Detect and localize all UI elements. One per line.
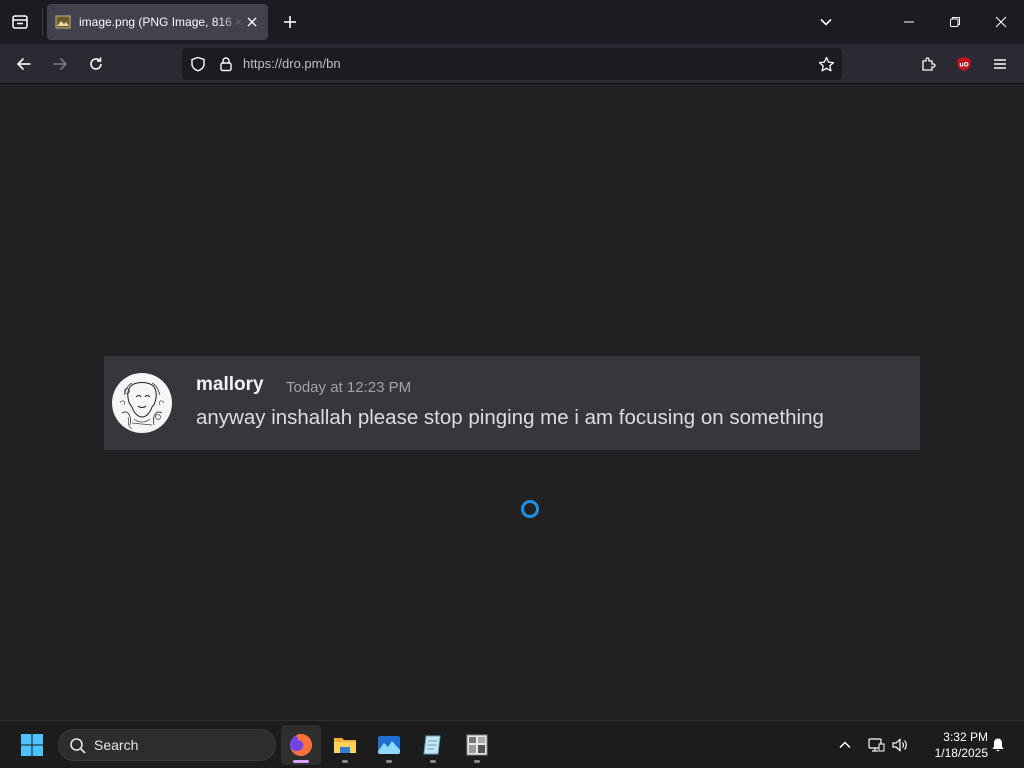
taskbar-app-notepad[interactable] [413,725,453,765]
tab-image-png[interactable]: image.png (PNG Image, 816 × 94 pixels) [47,4,268,40]
minimize-button[interactable] [886,0,932,44]
bookmark-star-button[interactable] [816,54,836,74]
tab-bar: image.png (PNG Image, 816 × 94 pixels) [0,0,1024,44]
star-icon [818,56,834,71]
shield-icon [191,56,205,72]
tracking-protection-button[interactable] [188,54,208,74]
new-tab-button[interactable] [276,8,304,36]
start-button[interactable] [16,729,48,761]
clock-time: 3:32 PM [943,730,988,744]
minimize-icon [904,21,914,23]
chevron-up-icon [839,741,851,749]
running-app-indicator [430,760,436,763]
ublock-origin-button[interactable]: uO [949,49,979,79]
chevron-down-icon [820,18,832,26]
clock-date: 1/18/2025 [934,746,988,760]
message-text: anyway inshallah please stop pinging me … [196,406,824,429]
arrow-left-icon [16,57,31,71]
volume-button[interactable] [888,733,912,757]
extensions-button[interactable] [913,49,943,79]
notepad-icon [423,735,441,755]
message-timestamp: Today at 12:23 PM [286,379,412,396]
search-placeholder: Search [94,737,139,753]
reload-button[interactable] [81,49,111,79]
speaker-icon [892,738,907,752]
file-explorer-icon [334,738,356,753]
tab-list-icon [12,15,28,29]
restore-icon [950,17,960,27]
control-panel-icon [466,734,488,756]
bell-icon [992,738,1004,752]
url-text[interactable]: https://dro.pm/bn [243,56,341,71]
avatar-sketch-icon [113,374,171,432]
network-icon [868,738,885,752]
close-window-button[interactable] [978,0,1024,44]
message-image: mallory Today at 12:23 PM anyway inshall… [104,356,920,450]
ublock-origin-icon: uO [957,57,971,71]
tabs-overflow-button[interactable] [812,8,840,36]
hamburger-menu-icon [994,59,1006,69]
taskbar-app-file-explorer[interactable] [325,725,365,765]
network-button[interactable] [864,733,888,757]
puzzle-piece-icon [921,56,936,71]
svg-text:uO: uO [959,62,968,69]
tab-title: image.png (PNG Image, 816 × 94 pixels) [79,15,243,29]
avatar [112,373,172,433]
running-app-indicator [474,760,480,763]
loading-spinner [521,500,539,518]
windows-logo-icon [21,734,43,756]
search-icon [70,738,86,754]
windows-taskbar: Search 3:32 PM 1/18/2025 [0,720,1024,768]
image-favicon-icon [55,15,71,29]
active-app-indicator [293,760,309,763]
taskbar-app-control-panel[interactable] [457,725,497,765]
site-info-button[interactable] [216,54,236,74]
close-icon [247,17,257,27]
message-author: mallory [196,374,264,395]
list-all-tabs-button[interactable] [6,8,34,36]
page-content: mallory Today at 12:23 PM anyway inshall… [0,85,1024,720]
lock-icon [220,57,232,72]
forward-button[interactable] [45,49,75,79]
photos-icon [378,736,400,754]
url-bar[interactable]: https://dro.pm/bn [182,48,842,80]
taskbar-app-firefox[interactable] [281,725,321,765]
firefox-icon [290,734,312,756]
tab-separator [42,8,43,36]
arrow-right-icon [53,57,68,71]
taskbar-search[interactable]: Search [58,729,276,761]
notifications-button[interactable] [986,733,1010,757]
running-app-indicator [342,760,348,763]
running-app-indicator [386,760,392,763]
plus-icon [284,16,296,28]
taskbar-clock[interactable]: 3:32 PM 1/18/2025 [918,729,988,761]
reload-icon [90,57,102,70]
close-tab-button[interactable] [244,14,260,30]
app-menu-button[interactable] [985,49,1015,79]
taskbar-app-photos[interactable] [369,725,409,765]
navigation-toolbar: https://dro.pm/bn uO [0,44,1024,84]
show-hidden-icons-button[interactable] [833,733,857,757]
back-button[interactable] [9,49,39,79]
close-icon [995,16,1007,28]
restore-button[interactable] [932,0,978,44]
